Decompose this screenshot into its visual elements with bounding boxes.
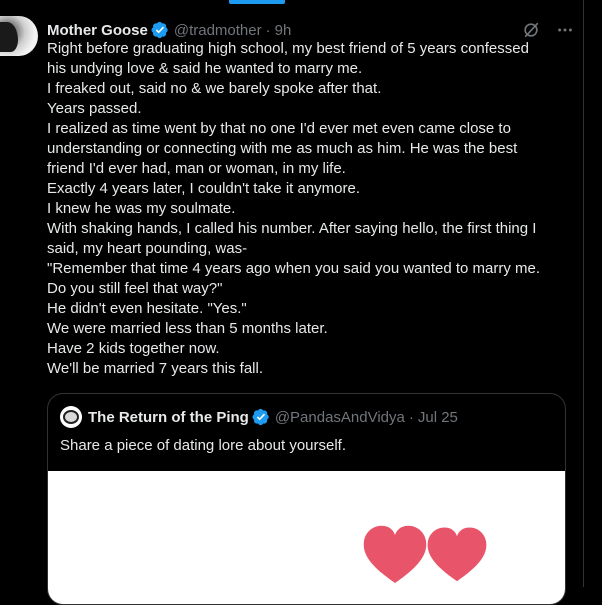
tweet-body-line: We were married less than 5 months later… xyxy=(47,320,328,337)
tweet-body-line: I freaked out, said no & we barely spoke… xyxy=(47,80,382,97)
separator-dot: · xyxy=(408,408,414,426)
tweet[interactable]: Mother Goose @tradmother · 9h Right befo… xyxy=(0,0,583,605)
heart-icon xyxy=(363,525,427,583)
tweet-body-line: friend I'd ever had, man or woman, in my… xyxy=(47,160,346,177)
grok-icon[interactable] xyxy=(521,20,541,40)
column-divider xyxy=(583,0,584,587)
tweet-body-line: said, my heart pounding, was- xyxy=(47,240,248,257)
tweet-body-line: Right before graduating high school, my … xyxy=(47,40,529,57)
tweet-body-line: I realized as time went by that no one I… xyxy=(47,120,511,137)
tweet-timestamp[interactable]: 9h xyxy=(275,22,292,39)
tweet-body-line: With shaking hands, I called his number.… xyxy=(47,220,537,237)
avatar-figure xyxy=(0,22,18,52)
tweet-body-line: "Remember that time 4 years ago when you… xyxy=(47,260,541,277)
tweet-body-line: his undying love & said he wanted to mar… xyxy=(47,60,363,77)
quoted-tweet-image[interactable] xyxy=(48,471,565,604)
tweet-body-line: Years passed. xyxy=(47,100,142,117)
tweet-header-actions xyxy=(521,20,575,40)
tweet-body-line: Do you still feel that way?" xyxy=(47,280,223,297)
tweet-header: Mother Goose @tradmother · 9h xyxy=(47,20,291,40)
quoted-author-handle[interactable]: @PandasAndVidya xyxy=(275,409,405,426)
quoted-tweet-text: Share a piece of dating lore about yours… xyxy=(60,437,347,454)
tweet-body-line: I knew he was my soulmate. xyxy=(47,200,236,217)
tweet-body-line: He didn't even hesitate. "Yes." xyxy=(47,300,247,317)
quoted-tweet-timestamp[interactable]: Jul 25 xyxy=(418,409,458,426)
quoted-tweet-header: The Return of the Ping @PandasAndVidya ·… xyxy=(60,406,458,428)
more-icon[interactable] xyxy=(555,20,575,40)
author-avatar[interactable] xyxy=(0,16,38,56)
tweet-body-line: understanding or connecting with me as m… xyxy=(47,140,518,157)
separator-dot: · xyxy=(265,21,271,39)
quoted-avatar-face xyxy=(63,410,79,424)
quoted-author-display-name[interactable]: The Return of the Ping xyxy=(88,409,249,426)
heart-icon xyxy=(427,527,487,582)
tweet-body: Right before graduating high school, my … xyxy=(47,39,567,379)
tweet-body-line: We'll be married 7 years this fall. xyxy=(47,360,263,377)
tweet-body-line: Exactly 4 years later, I couldn't take i… xyxy=(47,180,361,197)
quoted-author-avatar[interactable] xyxy=(60,406,82,428)
author-handle[interactable]: @tradmother xyxy=(174,22,262,39)
verified-badge-icon[interactable] xyxy=(252,408,270,426)
verified-badge-icon[interactable] xyxy=(151,21,169,39)
author-display-name[interactable]: Mother Goose xyxy=(47,22,148,39)
quoted-tweet[interactable]: The Return of the Ping @PandasAndVidya ·… xyxy=(47,393,566,605)
tweet-body-line: Have 2 kids together now. xyxy=(47,340,220,357)
